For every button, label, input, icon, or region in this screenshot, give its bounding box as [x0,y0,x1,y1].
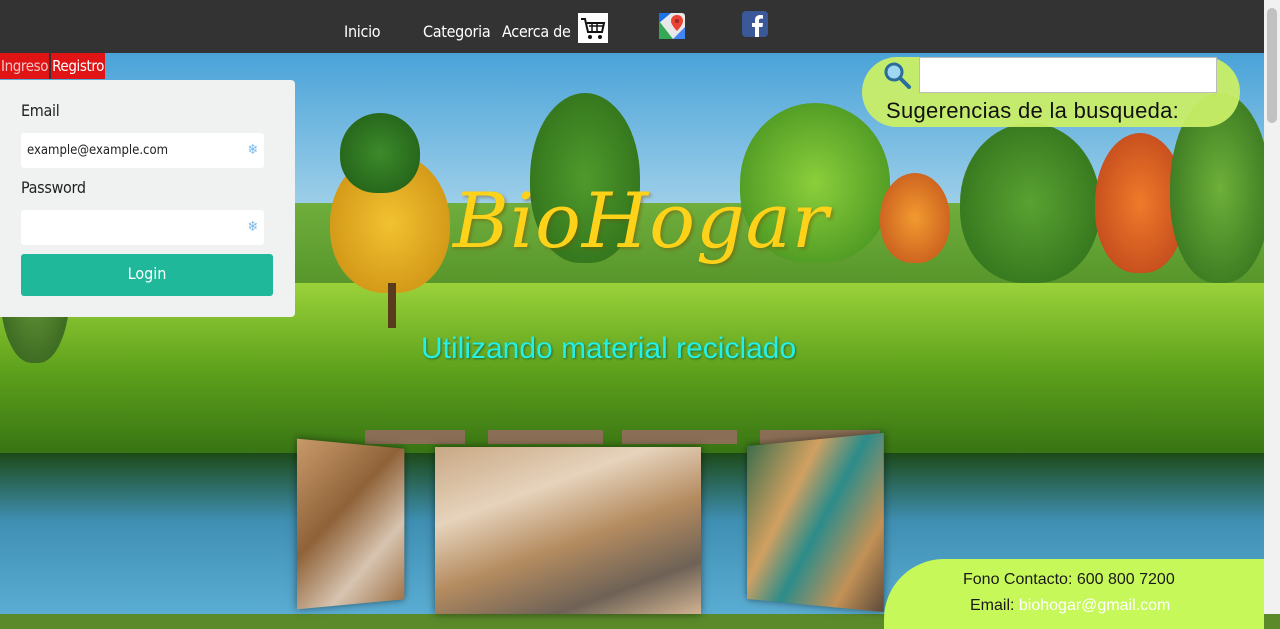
email-field[interactable]: example@example.com ❄ [21,133,264,168]
contact-email-link[interactable]: biohogar@gmail.com [1019,597,1170,614]
page-scrollbar[interactable] [1264,0,1280,614]
nav-categoria[interactable]: Categoria [423,22,491,41]
carousel-strip [365,430,465,444]
login-button[interactable]: Login [21,254,273,296]
carousel-photo-left[interactable] [296,438,405,610]
email-value: example@example.com [27,143,169,158]
login-tabs: Ingreso Registro [0,53,106,79]
search-input[interactable] [919,57,1217,93]
tab-ingreso[interactable]: Ingreso [0,53,50,79]
carousel-strip [622,430,737,444]
cart-icon[interactable] [578,13,608,43]
search-suggestions-label: Sugerencias de la busqueda: [886,98,1180,123]
tab-registro[interactable]: Registro [49,53,106,79]
password-label: Password [21,178,86,197]
carousel-photo-right[interactable] [747,432,884,613]
nav-acerca-de[interactable]: Acerca de [502,22,571,41]
contact-phone: Fono Contacto: 600 800 7200 [963,571,1175,588]
brand-title: BioHogar [453,176,830,265]
autofill-icon[interactable]: ❄ [247,219,258,235]
tagline: Utilizando material reciclado [421,332,797,365]
contact-box [884,559,1264,629]
contact-email-row: Email: biohogar@gmail.com [970,597,1170,615]
carousel-strip [488,430,603,444]
carousel-photo-center[interactable] [435,447,701,614]
login-panel: Email example@example.com ❄ Password ❄ L… [0,80,295,317]
top-navbar [0,0,1264,53]
email-label: Email [21,101,60,120]
password-field[interactable]: ❄ [21,210,264,245]
scrollbar-thumb[interactable] [1267,8,1277,123]
facebook-icon[interactable] [742,11,768,37]
search-icon[interactable] [882,60,912,90]
autofill-icon[interactable]: ❄ [247,142,258,158]
nav-inicio[interactable]: Inicio [344,22,381,41]
google-maps-icon[interactable] [659,13,685,39]
contact-email-label: Email: [970,597,1015,614]
photo-carousel[interactable] [295,430,895,614]
